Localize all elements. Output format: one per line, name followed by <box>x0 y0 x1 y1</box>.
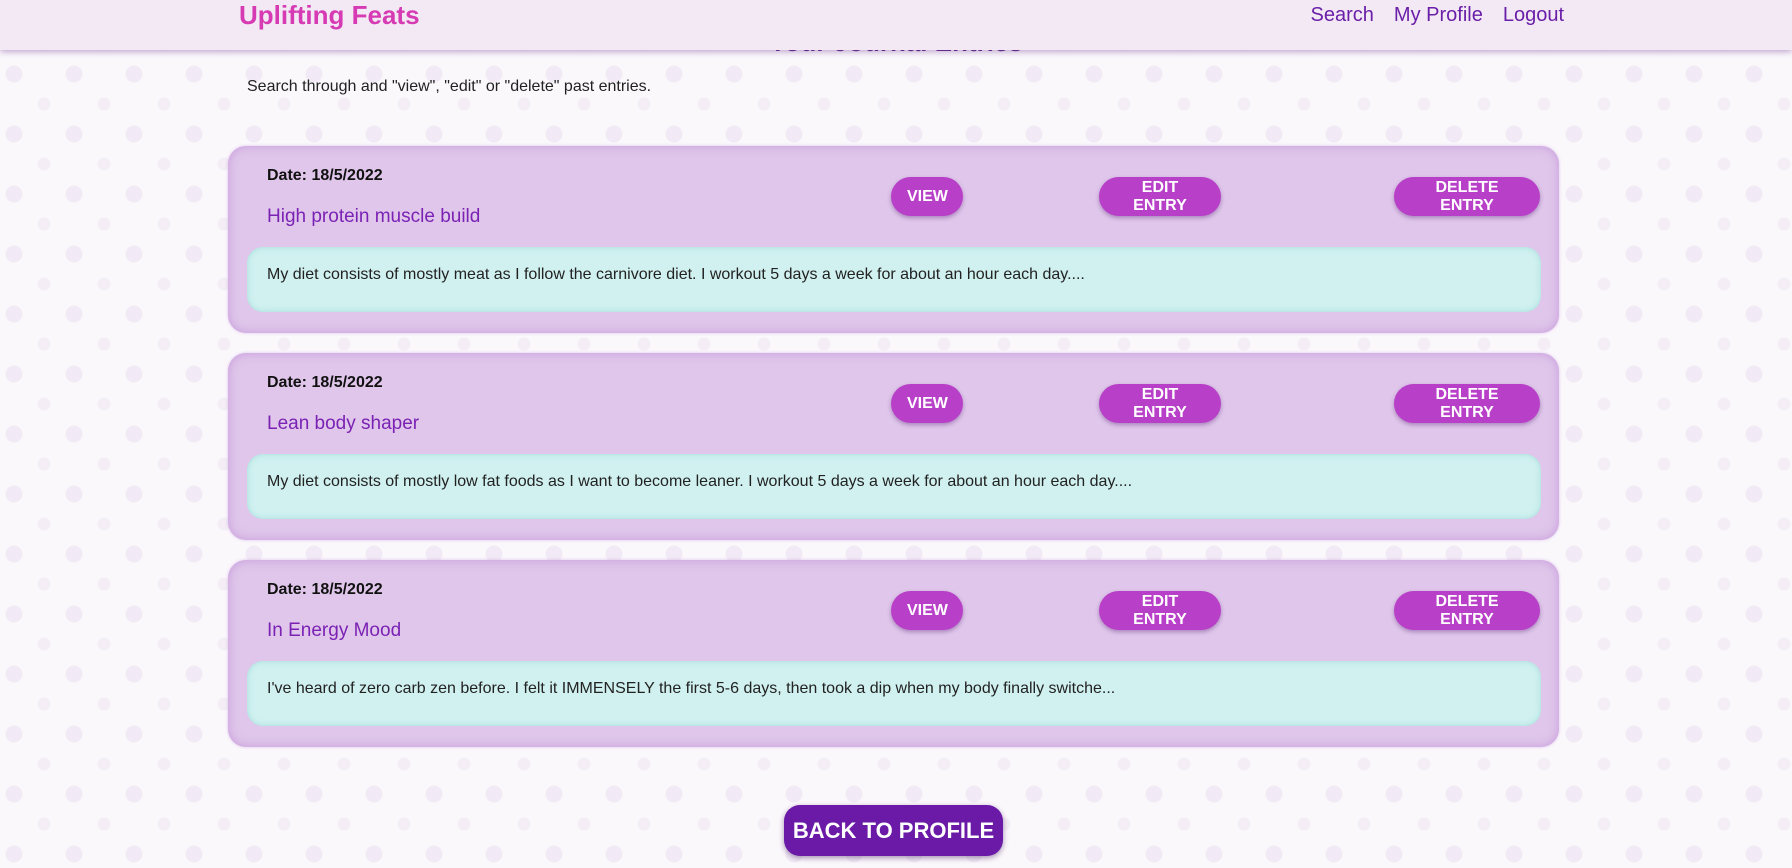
edit-entry-button[interactable]: EDIT ENTRY <box>1099 591 1221 630</box>
view-button[interactable]: VIEW <box>891 177 963 216</box>
entry-preview: I've heard of zero carb zen before. I fe… <box>247 661 1541 726</box>
entry-preview-text: My diet consists of mostly low fat foods… <box>267 473 1133 490</box>
entry-preview: My diet consists of mostly low fat foods… <box>247 454 1541 519</box>
entry-preview: My diet consists of mostly meat as I fol… <box>247 247 1541 312</box>
nav-link-my-profile[interactable]: My Profile <box>1394 3 1483 27</box>
entry-title: In Energy Mood <box>267 620 402 641</box>
entry-date: Date: 18/5/2022 <box>267 581 383 598</box>
entry-title: Lean body shaper <box>267 413 420 434</box>
page-instructions: Search through and "view", "edit" or "de… <box>247 78 652 95</box>
delete-entry-button[interactable]: DELETE ENTRY <box>1394 177 1540 216</box>
entry-card: Date: 18/5/2022 In Energy Mood VIEW EDIT… <box>228 560 1559 747</box>
back-to-profile-button[interactable]: BACK TO PROFILE <box>784 805 1003 856</box>
delete-entry-button[interactable]: DELETE ENTRY <box>1394 591 1540 630</box>
entry-preview-text: My diet consists of mostly meat as I fol… <box>267 266 1085 283</box>
view-button[interactable]: VIEW <box>891 384 963 423</box>
view-button[interactable]: VIEW <box>891 591 963 630</box>
nav-link-logout[interactable]: Logout <box>1503 3 1564 27</box>
navbar: Uplifting Feats Search My Profile Logout <box>0 0 1792 50</box>
edit-entry-button[interactable]: EDIT ENTRY <box>1099 177 1221 216</box>
entries-list: Date: 18/5/2022 High protein muscle buil… <box>228 146 1559 767</box>
entry-card: Date: 18/5/2022 Lean body shaper VIEW ED… <box>228 353 1559 540</box>
nav-links: Search My Profile Logout <box>1311 3 1564 27</box>
entry-title: High protein muscle build <box>267 206 481 227</box>
edit-entry-button[interactable]: EDIT ENTRY <box>1099 384 1221 423</box>
entry-card: Date: 18/5/2022 High protein muscle buil… <box>228 146 1559 333</box>
delete-entry-button[interactable]: DELETE ENTRY <box>1394 384 1540 423</box>
nav-link-search[interactable]: Search <box>1311 3 1374 27</box>
brand-logo[interactable]: Uplifting Feats <box>239 0 420 30</box>
entry-date: Date: 18/5/2022 <box>267 167 383 184</box>
entry-preview-text: I've heard of zero carb zen before. I fe… <box>267 680 1116 697</box>
entry-date: Date: 18/5/2022 <box>267 374 383 391</box>
